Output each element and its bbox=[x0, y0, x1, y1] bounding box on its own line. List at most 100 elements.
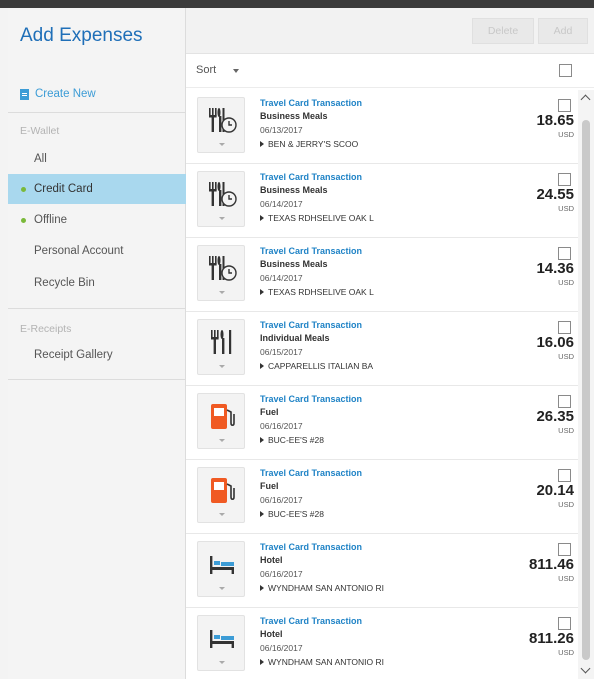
table-row[interactable]: Travel Card Transaction Business Meals 0… bbox=[186, 164, 578, 238]
row-checkbox[interactable] bbox=[558, 173, 571, 186]
transaction-date: 06/14/2017 bbox=[260, 273, 303, 283]
chevron-down-icon[interactable] bbox=[580, 663, 591, 674]
table-row[interactable]: Travel Card Transaction Fuel 06/16/2017 … bbox=[186, 386, 578, 460]
table-row[interactable]: Travel Card Transaction Individual Meals… bbox=[186, 312, 578, 386]
row-checkbox[interactable] bbox=[558, 543, 571, 556]
transaction-date: 06/16/2017 bbox=[260, 643, 303, 653]
receipt-thumbnail[interactable] bbox=[197, 171, 245, 227]
transaction-type[interactable]: Travel Card Transaction bbox=[260, 172, 362, 182]
chevron-down-icon bbox=[219, 587, 225, 590]
ereceipts-section-header: E-Receipts bbox=[20, 323, 72, 335]
row-checkbox[interactable] bbox=[558, 247, 571, 260]
chevron-up-icon[interactable] bbox=[580, 94, 591, 105]
chevron-down-icon[interactable] bbox=[233, 69, 239, 73]
row-checkbox[interactable] bbox=[558, 617, 571, 630]
delete-button[interactable]: Delete bbox=[472, 18, 534, 44]
sidebar-item-label: All bbox=[34, 153, 47, 165]
expense-category: Hotel bbox=[260, 629, 283, 639]
expand-triangle-icon bbox=[260, 363, 264, 369]
transaction-type[interactable]: Travel Card Transaction bbox=[260, 616, 362, 626]
expense-category: Hotel bbox=[260, 555, 283, 565]
select-all-checkbox[interactable] bbox=[559, 64, 572, 77]
merchant-name: WYNDHAM SAN ANTONIO RI bbox=[268, 583, 385, 593]
sidebar-item-label: Recycle Bin bbox=[34, 277, 95, 289]
window-top-bar bbox=[0, 0, 594, 8]
receipt-thumbnail[interactable] bbox=[197, 97, 245, 153]
transaction-date: 06/16/2017 bbox=[260, 421, 303, 431]
currency: USD bbox=[558, 204, 574, 213]
receipt-thumbnail[interactable] bbox=[197, 319, 245, 375]
receipt-thumbnail[interactable] bbox=[197, 393, 245, 449]
table-row[interactable]: Travel Card Transaction Business Meals 0… bbox=[186, 238, 578, 312]
merchant-name: BUC-EE'S #28 bbox=[268, 509, 324, 519]
transaction-type[interactable]: Travel Card Transaction bbox=[260, 542, 362, 552]
individual-meals-icon bbox=[211, 330, 232, 354]
create-new-button[interactable]: Create New bbox=[20, 88, 96, 100]
chevron-down-icon bbox=[219, 439, 225, 442]
row-checkbox[interactable] bbox=[558, 99, 571, 112]
sidebar-item-personal-account[interactable]: Personal Account bbox=[8, 236, 186, 266]
ewallet-section-header: E-Wallet bbox=[20, 125, 60, 137]
transaction-list: Travel Card Transaction Business Meals 0… bbox=[186, 90, 578, 679]
add-button[interactable]: Add bbox=[538, 18, 588, 44]
expense-category: Business Meals bbox=[260, 259, 328, 269]
expand-triangle-icon bbox=[260, 659, 264, 665]
chevron-down-icon bbox=[219, 661, 225, 664]
merchant-name: TEXAS RDHSELIVE OAK L bbox=[268, 213, 374, 223]
table-row[interactable]: Travel Card Transaction Business Meals 0… bbox=[186, 90, 578, 164]
transaction-type[interactable]: Travel Card Transaction bbox=[260, 246, 362, 256]
main-panel: Delete Add Sort Travel Card Transaction bbox=[186, 8, 594, 679]
merchant: TEXAS RDHSELIVE OAK L bbox=[260, 213, 374, 223]
amount: 24.55 bbox=[536, 186, 574, 203]
expense-category: Individual Meals bbox=[260, 333, 330, 343]
merchant-name: WYNDHAM SAN ANTONIO RI bbox=[268, 657, 385, 667]
divider bbox=[8, 379, 186, 380]
sidebar-item-receipt-gallery[interactable]: Receipt Gallery bbox=[8, 340, 186, 370]
row-checkbox[interactable] bbox=[558, 321, 571, 334]
page-title: Add Expenses bbox=[20, 25, 143, 46]
sort-bar: Sort bbox=[186, 55, 594, 88]
transaction-type[interactable]: Travel Card Transaction bbox=[260, 320, 362, 330]
amount: 20.14 bbox=[536, 482, 574, 499]
merchant: TEXAS RDHSELIVE OAK L bbox=[260, 287, 374, 297]
sidebar-item-offline[interactable]: Offline bbox=[8, 205, 186, 235]
scrollbar[interactable] bbox=[578, 90, 594, 679]
transaction-type[interactable]: Travel Card Transaction bbox=[260, 98, 362, 108]
sidebar-item-label: Personal Account bbox=[34, 245, 124, 257]
sidebar-item-credit-card[interactable]: Credit Card bbox=[8, 174, 186, 204]
merchant: BEN & JERRY'S SCOO bbox=[260, 139, 358, 149]
row-checkbox[interactable] bbox=[558, 395, 571, 408]
chevron-down-icon bbox=[219, 143, 225, 146]
sort-dropdown[interactable]: Sort bbox=[196, 64, 216, 76]
row-checkbox[interactable] bbox=[558, 469, 571, 482]
merchant-name: BUC-EE'S #28 bbox=[268, 435, 324, 445]
transaction-type[interactable]: Travel Card Transaction bbox=[260, 394, 362, 404]
receipt-thumbnail[interactable] bbox=[197, 541, 245, 597]
sidebar-item-all[interactable]: All bbox=[8, 144, 186, 174]
receipt-thumbnail[interactable] bbox=[197, 615, 245, 671]
sidebar-item-recycle-bin[interactable]: Recycle Bin bbox=[8, 268, 186, 298]
divider bbox=[8, 308, 186, 309]
document-icon bbox=[20, 88, 29, 100]
sidebar: Add Expenses Create New E-Wallet All Cre… bbox=[8, 8, 186, 679]
receipt-thumbnail[interactable] bbox=[197, 467, 245, 523]
expense-category: Business Meals bbox=[260, 111, 328, 121]
table-row[interactable]: Travel Card Transaction Hotel 06/16/2017… bbox=[186, 608, 578, 679]
table-row[interactable]: Travel Card Transaction Fuel 06/16/2017 … bbox=[186, 460, 578, 534]
table-row[interactable]: Travel Card Transaction Hotel 06/16/2017… bbox=[186, 534, 578, 608]
expand-triangle-icon bbox=[260, 141, 264, 147]
expense-category: Fuel bbox=[260, 481, 279, 491]
currency: USD bbox=[558, 648, 574, 657]
sidebar-item-label: Credit Card bbox=[34, 183, 93, 195]
receipt-thumbnail[interactable] bbox=[197, 245, 245, 301]
merchant-name: BEN & JERRY'S SCOO bbox=[268, 139, 359, 149]
scrollbar-thumb[interactable] bbox=[582, 120, 590, 660]
hotel-bed-icon bbox=[210, 556, 234, 574]
business-meals-icon bbox=[209, 182, 237, 207]
chevron-down-icon bbox=[219, 513, 225, 516]
business-meals-icon bbox=[209, 108, 237, 133]
expand-triangle-icon bbox=[260, 215, 264, 221]
create-new-label: Create New bbox=[35, 88, 96, 100]
divider bbox=[8, 112, 186, 113]
transaction-type[interactable]: Travel Card Transaction bbox=[260, 468, 362, 478]
